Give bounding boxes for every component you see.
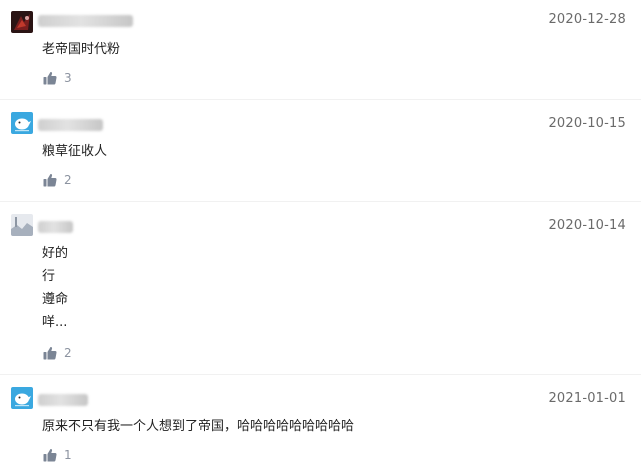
username-blurred[interactable] <box>38 221 73 233</box>
comment-line: 老帝国时代粉 <box>42 42 121 57</box>
user-avatar[interactable] <box>11 112 33 134</box>
user-avatar[interactable] <box>11 214 33 236</box>
thumbs-up-icon <box>43 346 57 360</box>
grey-photo-avatar-icon <box>11 214 33 236</box>
comment-item: 2020-10-14 好的 行 遵命 咩... 2 <box>0 202 641 375</box>
comment-text: 原来不只有我一个人想到了帝国，哈哈哈哈哈哈哈哈哈 <box>42 415 354 438</box>
comment-item: 2020-10-15 粮草征收人 2 <box>0 100 641 202</box>
comment-date: 2020-10-15 <box>548 116 626 131</box>
like-count: 3 <box>64 71 72 85</box>
comment-line: 遵命 <box>42 292 69 307</box>
comment-item: 2021-01-01 原来不只有我一个人想到了帝国，哈哈哈哈哈哈哈哈哈 1 <box>0 375 641 471</box>
like-button[interactable]: 1 <box>43 448 72 462</box>
thumbs-up-icon <box>43 448 57 462</box>
username-blurred[interactable] <box>38 394 88 406</box>
comment-text: 老帝国时代粉 <box>42 38 120 61</box>
like-count: 1 <box>64 448 72 462</box>
username-blurred[interactable] <box>38 15 133 27</box>
blue-bird-avatar-icon <box>11 112 33 134</box>
like-button[interactable]: 2 <box>43 346 72 360</box>
comment-line: 粮草征收人 <box>42 144 108 159</box>
comment-line: 咩... <box>42 315 68 330</box>
comment-date: 2020-12-28 <box>548 12 626 27</box>
comment-text: 粮草征收人 <box>42 140 107 163</box>
thumbs-up-icon <box>43 173 57 187</box>
comment-line: 原来不只有我一个人想到了帝国，哈哈哈哈哈哈哈哈哈 <box>42 419 355 434</box>
blue-bird-avatar-icon <box>11 387 33 409</box>
user-avatar[interactable] <box>11 11 33 33</box>
comment-item: 2020-12-28 老帝国时代粉 3 <box>0 0 641 100</box>
like-count: 2 <box>64 173 72 187</box>
thumbs-up-icon <box>43 71 57 85</box>
dark-avatar-icon <box>11 11 33 33</box>
comment-line: 行 <box>42 269 56 284</box>
like-button[interactable]: 3 <box>43 71 72 85</box>
comment-date: 2021-01-01 <box>548 391 626 406</box>
username-blurred[interactable] <box>38 119 103 131</box>
like-button[interactable]: 2 <box>43 173 72 187</box>
comment-text: 好的 行 遵命 咩... <box>42 242 68 334</box>
comment-date: 2020-10-14 <box>548 218 626 233</box>
like-count: 2 <box>64 346 72 360</box>
user-avatar[interactable] <box>11 387 33 409</box>
comment-line: 好的 <box>42 246 69 261</box>
